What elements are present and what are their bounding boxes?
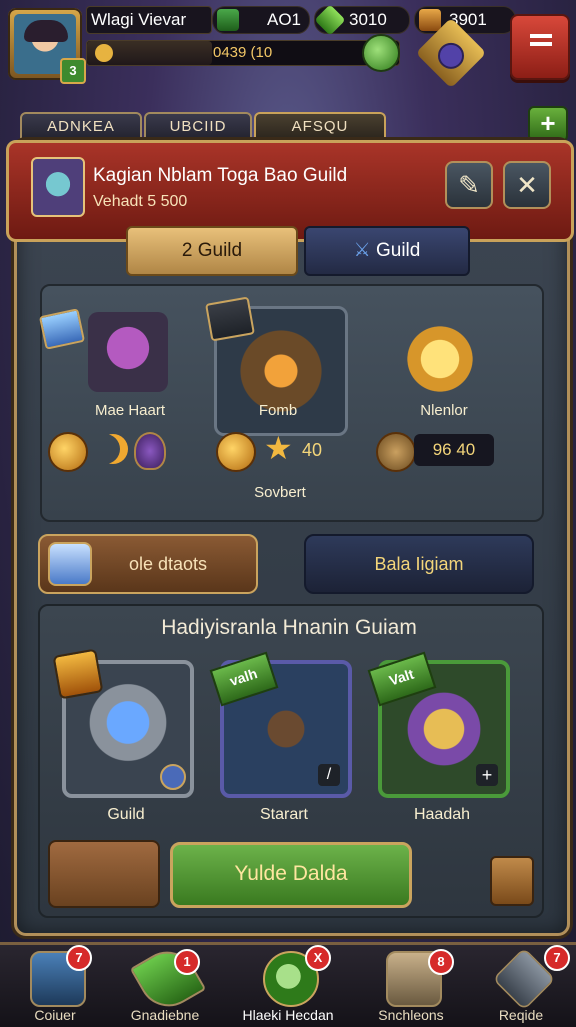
coin-stack-icon — [95, 44, 113, 62]
flame-tag-icon — [52, 648, 104, 700]
left-action-label: ole dtaots — [128, 554, 208, 574]
card-2-label: Starart — [259, 806, 308, 823]
creature-portrait[interactable] — [88, 312, 168, 392]
emerald-icon — [314, 4, 346, 36]
nav-item-2[interactable]: 1 Gnadiebne — [110, 940, 220, 1027]
moon-icon — [98, 434, 128, 464]
tab-3[interactable]: AFSQU — [254, 112, 386, 142]
nav-badge-2: 1 — [174, 949, 200, 975]
close-button[interactable]: ✕ — [503, 161, 551, 209]
resource-gems-value: AO1 — [267, 10, 302, 29]
coin-icon — [48, 432, 88, 472]
add-button[interactable]: + — [528, 106, 568, 142]
section-title: Hadiyisranla Hnanin Guiam — [161, 616, 417, 639]
left-action-button[interactable]: ole dtaots — [38, 534, 258, 594]
nav-item-4[interactable]: 8 Snchleons — [356, 945, 466, 1027]
nav-badge-3: X — [305, 945, 331, 971]
segment-guild-left[interactable]: 2 Guild — [126, 226, 298, 276]
guild-leader-avatar — [31, 157, 85, 217]
resource-emeralds-value: 3010 — [349, 10, 387, 29]
resource-gems[interactable]: AO1 — [212, 6, 310, 34]
nav-badge-1: 7 — [66, 945, 92, 971]
card-1-label: Guild — [107, 806, 145, 823]
crate-icon[interactable] — [490, 856, 534, 906]
guild-subtitle: Vehadt 5 500 — [93, 193, 188, 210]
potion-icon — [134, 432, 166, 470]
bottom-nav: 7 Coiuer 1 Gnadiebne X Hlaeki Hecdan 8 S… — [0, 940, 576, 1027]
nav-label-3: Hlaeki Hecdan — [242, 1007, 334, 1023]
nav-label-2: Gnadiebne — [130, 1007, 200, 1023]
gem-icon — [217, 9, 239, 31]
gem-icon — [48, 542, 92, 586]
top-bar: 3 Wlagi Vievar AO1 3010 3901 0439 (10 — [0, 0, 576, 89]
nav-label-5: Reqide — [498, 1007, 544, 1023]
item-1-name: Mae Haart — [94, 402, 166, 419]
tool-tag-icon — [205, 296, 255, 342]
segment-guild-right[interactable]: ⚔ Guild — [304, 226, 470, 276]
resource-emeralds[interactable]: 3010 — [314, 4, 410, 36]
item-2-price: 40 — [302, 440, 323, 460]
nav-badge-5: 7 — [544, 945, 570, 971]
guild-title: Kagian Nblam Toga Bao Guild — [93, 165, 348, 186]
item-2-name: Fomb — [258, 402, 298, 419]
tab-1[interactable]: ADNKEA — [20, 112, 142, 142]
golden-chest[interactable] — [390, 314, 490, 404]
item-3-name: Nlenlor — [420, 402, 468, 419]
gold-cube-icon — [419, 9, 441, 31]
confirm-button[interactable]: Yulde Dalda — [170, 842, 412, 908]
resource-gold[interactable]: 3901 — [414, 6, 516, 34]
star-icon: ★ — [264, 430, 293, 466]
player-level-badge: 3 — [60, 58, 86, 84]
xp-bar: 0439 (10 — [86, 40, 400, 66]
edit-button[interactable]: ✎ — [445, 161, 493, 209]
nav-item-1[interactable]: 7 Coiuer — [0, 945, 110, 1027]
nav-item-5[interactable]: 7 Reqide — [466, 945, 576, 1027]
nav-label-1: Coiuer — [34, 1007, 76, 1023]
coin-icon — [216, 432, 256, 472]
menu-button[interactable] — [510, 14, 570, 80]
player-avatar[interactable]: 3 — [8, 8, 86, 84]
tab-2[interactable]: UBCIID — [144, 112, 252, 142]
item-3-price: 96 40 — [414, 434, 494, 466]
plus-icon: + — [476, 764, 498, 786]
player-name: Wlagi Vievar — [86, 6, 212, 34]
crate-icon — [376, 432, 416, 472]
sword-icon: / — [318, 764, 340, 786]
confirm-button-label: Yulde Dalda — [234, 862, 348, 885]
quill-icon: ✎ — [458, 170, 480, 200]
gear-icon — [160, 764, 186, 790]
close-icon: ✕ — [516, 170, 538, 200]
xp-text: 0439 (10 — [213, 44, 273, 61]
card-3-label: Haadah — [413, 806, 471, 823]
parchment-button[interactable] — [48, 840, 160, 908]
right-action-button[interactable]: Bala Iigiam — [304, 534, 534, 594]
nav-badge-4: 8 — [428, 949, 454, 975]
nav-item-3[interactable]: X Hlaeki Hecdan — [233, 945, 343, 1027]
menu-icon — [530, 34, 552, 38]
segment-guild-right-label: Guild — [375, 240, 421, 261]
quest-orb-icon[interactable] — [362, 34, 400, 72]
shop-footer-label: Sovbert — [254, 484, 306, 501]
nav-label-4: Snchleons — [378, 1007, 444, 1023]
swords-icon: ⚔ — [353, 240, 376, 261]
